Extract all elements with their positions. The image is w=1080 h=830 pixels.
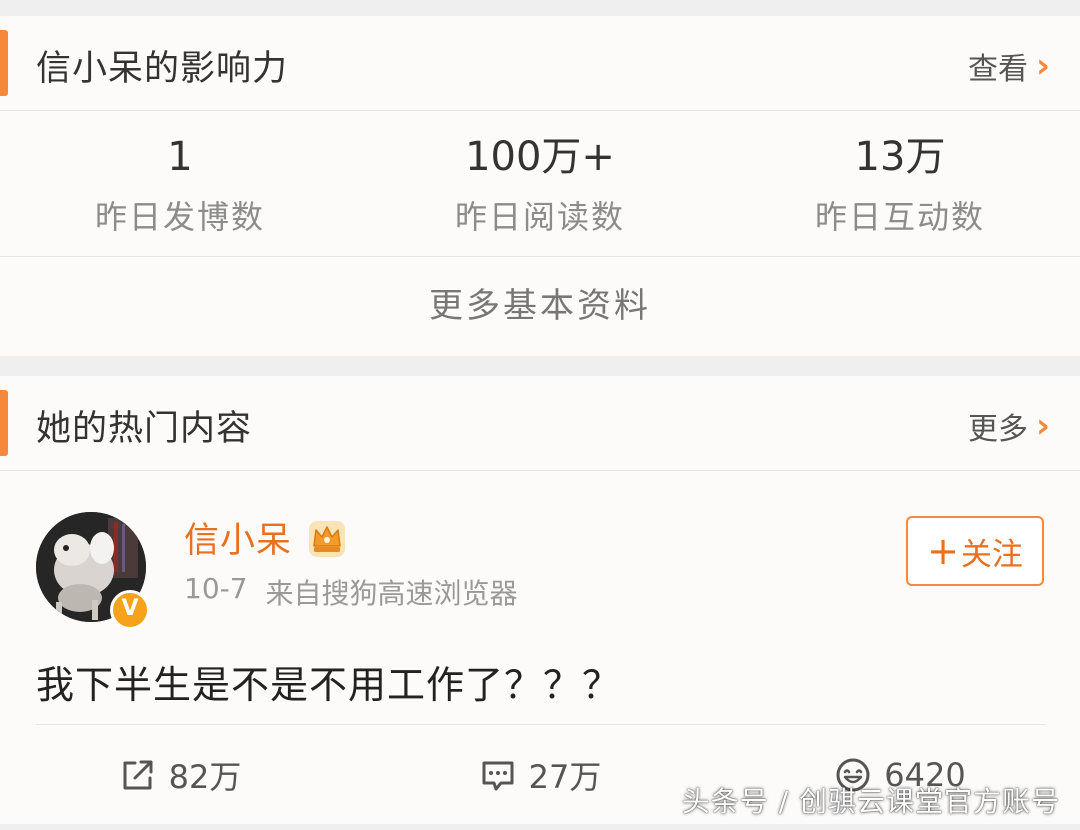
more-hot-content-link[interactable]: 更多 › — [968, 404, 1050, 448]
follow-label: 关注 — [960, 536, 1023, 573]
chevron-right-icon: › — [1035, 46, 1050, 86]
divider — [36, 724, 1046, 725]
more-basic-info-link[interactable]: 更多基本资料 — [0, 257, 1080, 356]
hot-content-title: 她的热门内容 — [36, 409, 253, 449]
follow-button[interactable]: + 关注 — [906, 516, 1044, 586]
repost-count: 82万 — [168, 758, 242, 796]
post-text[interactable]: 我下半生是不是不用工作了？？？ — [36, 654, 621, 709]
influence-header: 信小呆的影响力 查看 › — [0, 16, 1080, 111]
repost-icon — [123, 760, 153, 790]
post-date: 10-7 — [184, 572, 248, 605]
comment-button[interactable]: 27万 — [360, 726, 720, 824]
hot-content-card: 她的热门内容 更多 › V 信小呆 10-7 来自搜狗高速浏览器 + 关注 我下… — [0, 376, 1080, 824]
influence-card: 信小呆的影响力 查看 › 1 昨日发博数 100万+ 昨日阅读数 13万 昨日互… — [0, 16, 1080, 356]
post-meta: 10-7 来自搜狗高速浏览器 — [184, 572, 518, 612]
watermark: 头条号 / 创骐云课堂官方账号 — [681, 785, 1060, 818]
stats-row: 1 昨日发博数 100万+ 昨日阅读数 13万 昨日互动数 — [0, 110, 1080, 257]
view-influence-link[interactable]: 查看 › — [968, 44, 1050, 88]
section-accent-bar — [0, 390, 8, 456]
influence-title: 信小呆的影响力 — [36, 49, 289, 89]
post-card[interactable]: V 信小呆 10-7 来自搜狗高速浏览器 + 关注 我下半生是不是不用工作了？？… — [0, 470, 1080, 824]
plus-icon: + — [927, 529, 959, 573]
section-accent-bar — [0, 30, 8, 96]
crown-vip-icon — [309, 521, 345, 557]
post-source: 来自搜狗高速浏览器 — [265, 577, 518, 610]
comment-count: 27万 — [528, 758, 602, 796]
stat-label: 昨日发博数 — [94, 198, 265, 236]
stat-posts[interactable]: 1 昨日发博数 — [0, 110, 360, 256]
stat-interactions[interactable]: 13万 昨日互动数 — [720, 110, 1080, 256]
stat-reads[interactable]: 100万+ 昨日阅读数 — [360, 110, 720, 256]
verified-badge-icon: V — [110, 590, 150, 630]
hot-content-header: 她的热门内容 更多 › — [0, 376, 1080, 471]
chevron-right-icon: › — [1035, 406, 1050, 446]
repost-button[interactable]: 82万 — [0, 726, 360, 824]
view-label: 查看 — [967, 52, 1028, 87]
comment-icon — [482, 761, 514, 791]
stat-value: 100万+ — [465, 134, 615, 180]
stat-label: 昨日互动数 — [814, 198, 985, 236]
more-label: 更多 — [967, 412, 1028, 447]
stat-value: 1 — [167, 134, 193, 180]
post-user-name[interactable]: 信小呆 — [184, 512, 292, 563]
stat-value: 13万 — [854, 134, 946, 180]
stat-label: 昨日阅读数 — [454, 198, 625, 236]
